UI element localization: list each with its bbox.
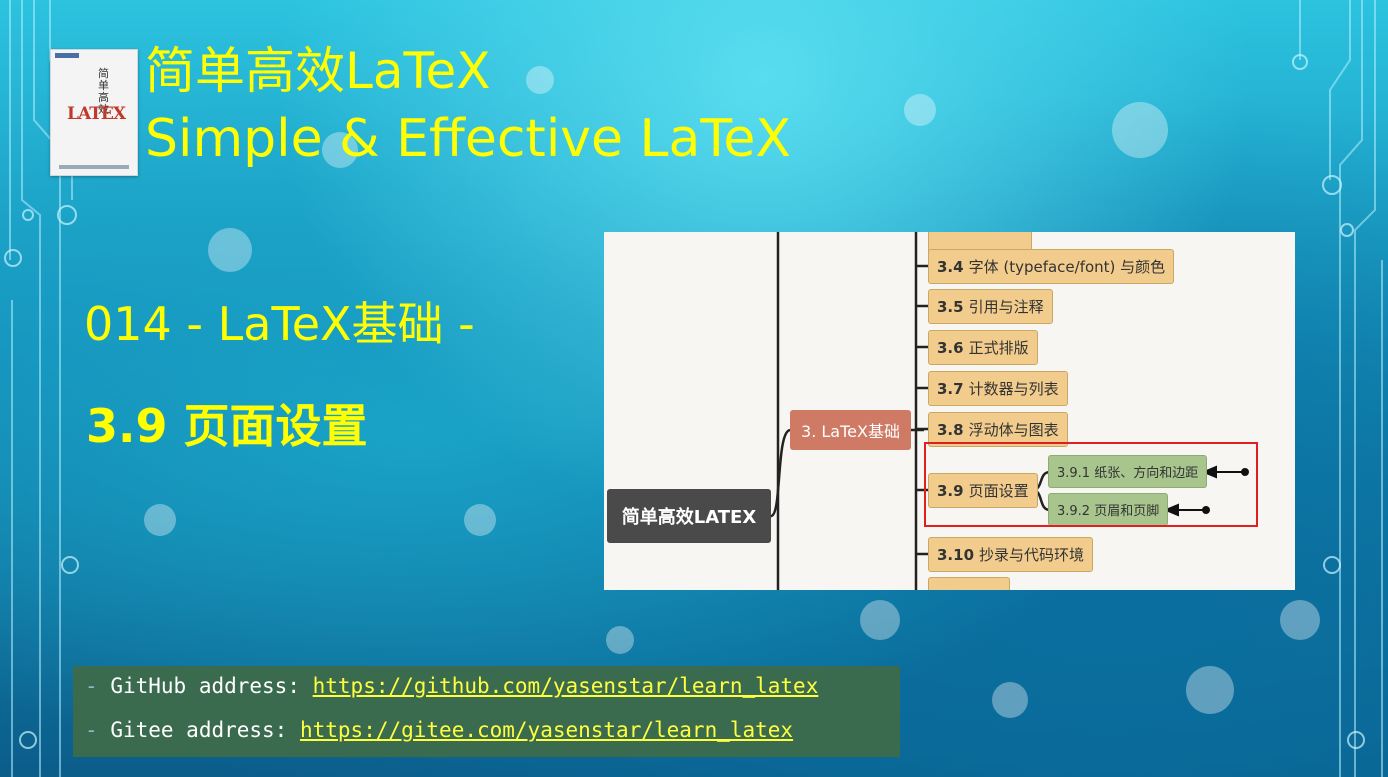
repository-links-panel: - GitHub address: https://github.com/yas… [73, 666, 900, 757]
mindmap-chapter-node: 3. LaTeX基础 [790, 410, 911, 450]
section-heading: 3.9 页面设置 [86, 399, 368, 453]
book-cover-image: 简单高效 LATEX [50, 49, 138, 176]
mindmap-image: 简单高效LATEX 3. LaTeX基础 3.4 字体 (typeface/fo… [604, 232, 1295, 590]
node-number: 3.4 [937, 257, 964, 276]
node-label: 字体 (typeface/font) 与颜色 [968, 258, 1166, 276]
bullet-dash: - [85, 718, 98, 742]
mindmap-node-3-10: 3.10 抄录与代码环境 [928, 537, 1094, 572]
highlight-box [924, 442, 1258, 527]
node-number: 3.5 [937, 297, 964, 316]
book-cover-publisher [59, 165, 129, 169]
title-english: Simple & Effective LaTeX [145, 109, 791, 169]
bullet-dash: - [85, 674, 98, 698]
gitee-link[interactable]: https://gitee.com/yasenstar/learn_latex [300, 718, 793, 742]
mindmap-node-3-4: 3.4 字体 (typeface/font) 与颜色 [928, 249, 1175, 284]
github-link[interactable]: https://github.com/yasenstar/learn_latex [313, 674, 819, 698]
node-number: 3.6 [937, 338, 964, 357]
book-cover-latex-logo: LATEX [67, 104, 126, 124]
gitee-label: Gitee address: [110, 718, 288, 742]
mindmap-root-node: 简单高效LATEX [607, 489, 771, 543]
mindmap-node-3-5: 3.5 引用与注释 [928, 289, 1053, 324]
github-label: GitHub address: [110, 674, 300, 698]
mindmap-node-clipped-bottom [928, 577, 1010, 590]
node-number: 3.7 [937, 379, 964, 398]
node-label: 抄录与代码环境 [979, 546, 1085, 564]
gitee-link-row: - Gitee address: https://gitee.com/yasen… [85, 718, 793, 742]
mindmap-node-3-6: 3.6 正式排版 [928, 330, 1038, 365]
slide-title: 简单高效LaTeX Simple & Effective LaTeX [145, 40, 791, 172]
github-link-row: - GitHub address: https://github.com/yas… [85, 674, 818, 698]
node-label: 计数器与列表 [968, 380, 1059, 398]
book-cover-banner [55, 53, 79, 58]
title-chinese: 简单高效LaTeX [145, 42, 491, 100]
node-label: 引用与注释 [968, 298, 1044, 316]
node-number: 3.10 [937, 545, 975, 564]
node-label: 浮动体与图表 [968, 421, 1059, 439]
lesson-heading: 014 - LaTeX基础 - [84, 297, 475, 351]
mindmap-node-3-7: 3.7 计数器与列表 [928, 371, 1068, 406]
node-number: 3.8 [937, 420, 964, 439]
node-label: 正式排版 [968, 339, 1029, 357]
